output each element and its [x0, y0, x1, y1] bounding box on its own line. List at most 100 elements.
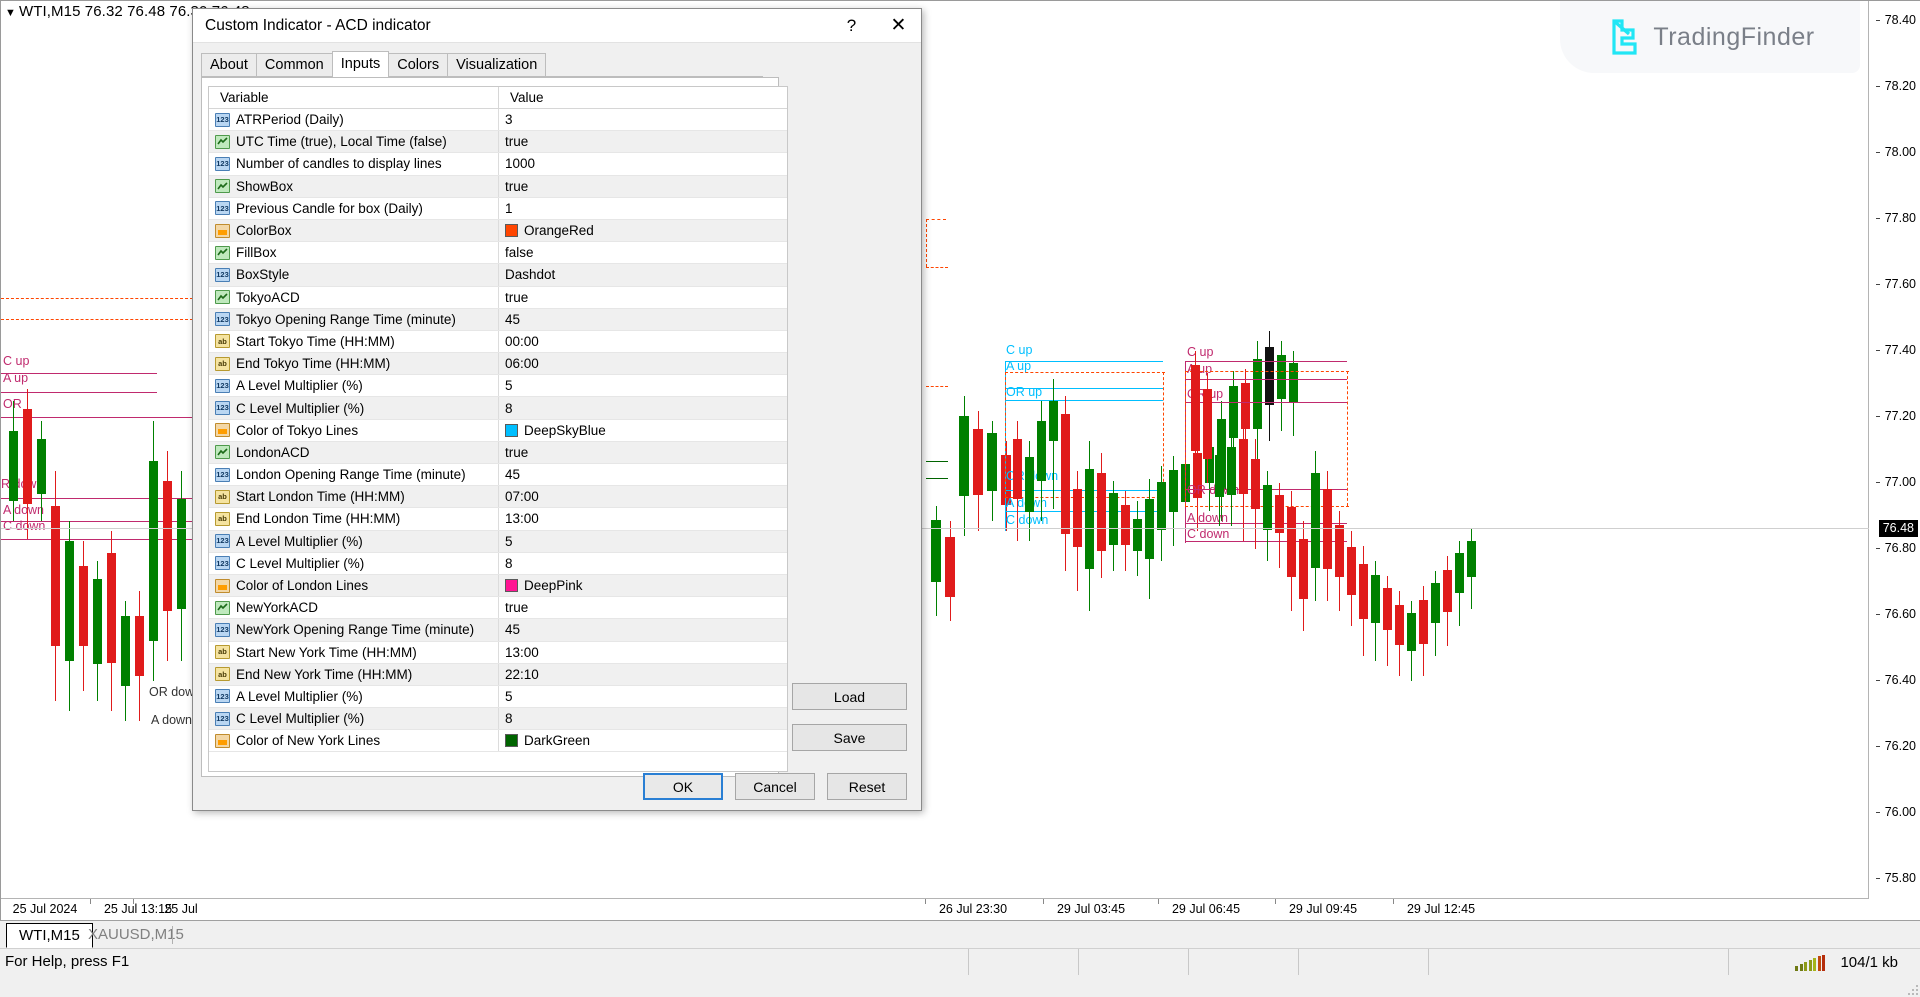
parameter-value-cell[interactable]: 5 [499, 686, 787, 707]
grid-row[interactable]: 123ATRPeriod (Daily)3 [209, 109, 787, 131]
time-scale[interactable]: 25 Jul 202425 Jul 13:1525 Jul26 Jul 23:3… [1, 898, 1869, 920]
grid-row[interactable]: UTC Time (true), Local Time (false)true [209, 131, 787, 153]
parameter-value: Dashdot [505, 267, 555, 282]
grid-row[interactable]: abStart London Time (HH:MM)07:00 [209, 486, 787, 508]
inputs-grid[interactable]: VariableValue123ATRPeriod (Daily)3UTC Ti… [208, 86, 788, 772]
grid-row[interactable]: 123London Opening Range Time (minute)45 [209, 464, 787, 486]
parameter-value-cell[interactable]: 8 [499, 708, 787, 729]
grid-row[interactable]: 123BoxStyleDashdot [209, 264, 787, 286]
parameter-value-cell[interactable]: true [499, 176, 787, 197]
grid-row[interactable]: Color of London LinesDeepPink [209, 575, 787, 597]
parameter-value-cell[interactable]: 13:00 [499, 642, 787, 663]
ok-button[interactable]: OK [643, 773, 723, 800]
grid-row[interactable]: 123Number of candles to display lines100… [209, 153, 787, 175]
resize-grip[interactable] [1903, 980, 1919, 996]
grid-row[interactable]: TokyoACDtrue [209, 287, 787, 309]
parameter-value: DarkGreen [524, 733, 590, 748]
grid-row[interactable]: Color of Tokyo LinesDeepSkyBlue [209, 420, 787, 442]
grid-row[interactable]: 123A Level Multiplier (%)5 [209, 531, 787, 553]
dialog-tab-visualization[interactable]: Visualization [447, 53, 546, 77]
dialog-tab-colors[interactable]: Colors [388, 53, 448, 77]
parameter-value-cell[interactable]: 07:00 [499, 486, 787, 507]
parameter-value-cell[interactable]: true [499, 597, 787, 618]
parameter-value-cell[interactable]: false [499, 242, 787, 263]
integer-type-icon: 123 [215, 534, 230, 548]
candle-body [1419, 600, 1428, 644]
save-button[interactable]: Save [792, 724, 907, 751]
parameter-value-cell[interactable]: 8 [499, 553, 787, 574]
candle-body [1395, 605, 1404, 645]
reset-button[interactable]: Reset [827, 773, 907, 800]
candle-body [1133, 519, 1142, 551]
grid-row[interactable]: LondonACDtrue [209, 442, 787, 464]
parameter-value-cell[interactable]: OrangeRed [499, 220, 787, 241]
grid-row[interactable]: 123NewYork Opening Range Time (minute)45 [209, 619, 787, 641]
dialog-tab-about[interactable]: About [201, 53, 257, 77]
parameter-value-cell[interactable]: 22:10 [499, 664, 787, 685]
price-tick-dash [1876, 548, 1880, 549]
grid-row[interactable]: FillBoxfalse [209, 242, 787, 264]
grid-row[interactable]: 123C Level Multiplier (%)8 [209, 553, 787, 575]
parameter-name: NewYorkACD [236, 600, 318, 615]
parameter-value-cell[interactable]: 1 [499, 198, 787, 219]
load-button[interactable]: Load [792, 683, 907, 710]
dialog-titlebar[interactable]: Custom Indicator - ACD indicator ? ✕ [193, 9, 921, 43]
parameter-value-cell[interactable]: 13:00 [499, 508, 787, 529]
grid-row[interactable]: abEnd Tokyo Time (HH:MM)06:00 [209, 353, 787, 375]
parameter-value-cell[interactable]: 5 [499, 375, 787, 396]
parameter-value-cell[interactable]: true [499, 131, 787, 152]
grid-row[interactable]: 123C Level Multiplier (%)8 [209, 708, 787, 730]
symbol-dropdown-caret[interactable]: ▼ [5, 7, 16, 19]
parameter-name-cell: 123London Opening Range Time (minute) [209, 464, 499, 485]
price-scale[interactable]: 78.4078.2078.0077.8077.6077.4077.2077.00… [1868, 1, 1920, 921]
parameter-value-cell[interactable]: 06:00 [499, 353, 787, 374]
dialog-tab-common[interactable]: Common [256, 53, 333, 77]
grid-row[interactable]: ColorBoxOrangeRed [209, 220, 787, 242]
parameter-value-cell[interactable]: 8 [499, 397, 787, 418]
candlestick [1133, 501, 1142, 576]
boolean-type-icon [215, 246, 230, 260]
grid-row[interactable]: abEnd London Time (HH:MM)13:00 [209, 508, 787, 530]
grid-header-variable: Variable [209, 87, 499, 108]
boolean-type-icon [215, 179, 230, 193]
parameter-value-cell[interactable]: 45 [499, 464, 787, 485]
grid-row[interactable]: 123A Level Multiplier (%)5 [209, 375, 787, 397]
acd-level-label: OR dow [149, 685, 194, 699]
grid-row[interactable]: 123Tokyo Opening Range Time (minute)45 [209, 309, 787, 331]
color-swatch [505, 579, 518, 592]
parameter-value-cell[interactable]: true [499, 287, 787, 308]
grid-row[interactable]: abStart New York Time (HH:MM)13:00 [209, 642, 787, 664]
status-cell-5 [1428, 949, 1728, 975]
help-icon[interactable]: ? [829, 9, 874, 42]
parameter-value-cell[interactable]: 00:00 [499, 331, 787, 352]
candlestick [23, 389, 32, 539]
time-tick: 26 Jul 23:30 [939, 902, 1007, 916]
chart-tab-xauusd[interactable]: XAUUSD,M15 [76, 923, 196, 948]
grid-row[interactable]: 123A Level Multiplier (%)5 [209, 686, 787, 708]
grid-row[interactable]: 123C Level Multiplier (%)8 [209, 397, 787, 419]
color-swatch [505, 424, 518, 437]
grid-row[interactable]: NewYorkACD true [209, 597, 787, 619]
parameter-value-cell[interactable]: DeepPink [499, 575, 787, 596]
grid-row[interactable]: Color of New York LinesDarkGreen [209, 730, 787, 752]
cancel-button[interactable]: Cancel [735, 773, 815, 800]
grid-row[interactable]: 123Previous Candle for box (Daily)1 [209, 198, 787, 220]
grid-row[interactable]: abStart Tokyo Time (HH:MM)00:00 [209, 331, 787, 353]
grid-row[interactable]: abEnd New York Time (HH:MM)22:10 [209, 664, 787, 686]
dialog-tab-inputs[interactable]: Inputs [332, 51, 390, 77]
parameter-value-cell[interactable]: DarkGreen [499, 730, 787, 751]
parameter-value-cell[interactable]: DeepSkyBlue [499, 420, 787, 441]
parameter-value-cell[interactable]: true [499, 442, 787, 463]
parameter-value-cell[interactable]: 45 [499, 619, 787, 640]
custom-indicator-dialog[interactable]: Custom Indicator - ACD indicator ? ✕ Abo… [192, 8, 922, 811]
grid-row[interactable]: ShowBoxtrue [209, 176, 787, 198]
parameter-value-cell[interactable]: 3 [499, 109, 787, 130]
parameter-value-cell[interactable]: 5 [499, 531, 787, 552]
close-icon[interactable]: ✕ [876, 9, 921, 42]
candlestick [1347, 531, 1356, 626]
price-tick: 78.20 [1885, 79, 1916, 93]
parameter-value-cell[interactable]: Dashdot [499, 264, 787, 285]
parameter-value-cell[interactable]: 45 [499, 309, 787, 330]
parameter-value-cell[interactable]: 1000 [499, 153, 787, 174]
parameter-value: true [505, 445, 528, 460]
